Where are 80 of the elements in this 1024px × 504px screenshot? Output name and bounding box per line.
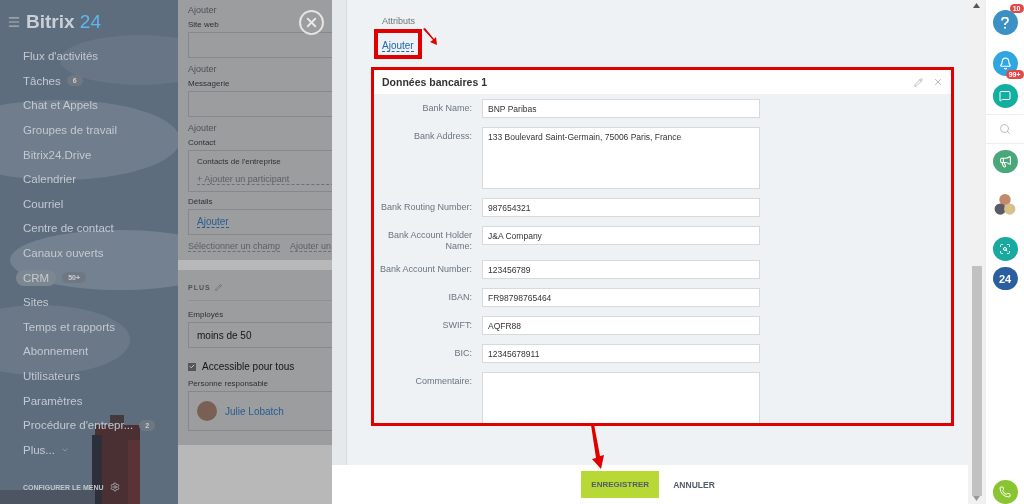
field-label: Personne responsable bbox=[188, 379, 269, 388]
menu-item[interactable]: Paramètres bbox=[23, 394, 83, 407]
add-link[interactable]: Ajouter bbox=[197, 216, 229, 228]
field-label: IBAN: bbox=[447, 291, 472, 304]
phone-icon bbox=[999, 486, 1011, 499]
menu-item[interactable]: Bitrix24.Drive bbox=[23, 148, 92, 161]
app-button[interactable]: 24 bbox=[992, 266, 1018, 291]
input-field[interactable]: 12345678911 bbox=[482, 344, 760, 363]
logo: Bitrix 24 bbox=[26, 11, 101, 33]
field-label: Employés bbox=[188, 310, 224, 319]
scrollbar-thumb[interactable] bbox=[971, 266, 982, 496]
menu-item[interactable]: Utilisateurs bbox=[23, 370, 80, 382]
field-label: Commentaire: bbox=[414, 375, 472, 388]
field-label: Bank Account Number: bbox=[378, 263, 472, 276]
checkbox[interactable] bbox=[188, 362, 196, 371]
add-link[interactable]: Ajouter bbox=[382, 40, 414, 52]
field-label: Bank Routing Number: bbox=[379, 201, 472, 214]
menu-item[interactable]: Chat et Appels bbox=[23, 99, 98, 112]
menu-item[interactable]: Flux d'activités bbox=[23, 50, 99, 63]
section-label: Attributs bbox=[382, 16, 416, 26]
field-label: Contact bbox=[188, 138, 216, 147]
close-button[interactable] bbox=[299, 10, 324, 35]
input-field[interactable]: J&A Company bbox=[482, 226, 760, 245]
person-name[interactable]: Julie Lobatch bbox=[225, 405, 284, 417]
screen-search-icon bbox=[999, 242, 1011, 255]
text-area[interactable] bbox=[482, 372, 760, 423]
close-icon[interactable] bbox=[933, 77, 943, 87]
menu-item[interactable]: Centre de contact bbox=[23, 222, 114, 235]
megaphone-icon bbox=[998, 155, 1012, 168]
bell-icon bbox=[998, 57, 1012, 70]
field-label: Détails bbox=[188, 197, 213, 206]
search-button[interactable] bbox=[999, 122, 1011, 135]
megaphone-button[interactable] bbox=[992, 149, 1018, 174]
add-link[interactable]: Ajouter bbox=[188, 64, 217, 74]
menu-icon[interactable] bbox=[7, 15, 21, 29]
pencil-icon[interactable] bbox=[214, 284, 222, 291]
field-label: Bank Name: bbox=[421, 102, 472, 115]
screen-search-button[interactable] bbox=[992, 237, 1018, 261]
field-label: BIC: bbox=[453, 347, 472, 360]
chat-button[interactable] bbox=[992, 84, 1018, 108]
menu-item[interactable]: Plus... bbox=[23, 443, 55, 456]
menu-item[interactable]: Abonnement bbox=[23, 345, 89, 358]
help-button[interactable] bbox=[992, 10, 1018, 35]
input-field[interactable] bbox=[188, 91, 332, 117]
input-field[interactable]: FR98798765464 bbox=[482, 288, 760, 307]
menu-item[interactable]: Groupes de travail bbox=[23, 124, 117, 137]
save-button[interactable]: ENREGISTRER bbox=[581, 471, 660, 498]
pencil-icon[interactable] bbox=[914, 77, 923, 87]
input-field[interactable]: BNP Paribas bbox=[482, 99, 760, 118]
field-label: Site web bbox=[188, 20, 219, 29]
chat-icon bbox=[999, 89, 1011, 102]
input-field[interactable]: 987654321 bbox=[482, 198, 760, 217]
group-avatar-icon[interactable] bbox=[993, 193, 1017, 217]
card-title: Données bancaires 1 bbox=[382, 76, 489, 88]
field-label: Messagerie bbox=[188, 79, 230, 88]
checkbox-label: Accessible pour tous bbox=[202, 361, 295, 372]
phone-button[interactable] bbox=[992, 480, 1018, 504]
close-icon[interactable] bbox=[304, 15, 319, 30]
menu-item[interactable]: Procédure d'entrepr... bbox=[23, 419, 134, 432]
add-link[interactable]: Ajouter bbox=[188, 5, 217, 15]
field-label: Bank Account Holder Name: bbox=[386, 229, 472, 251]
text-area[interactable]: 133 Boulevard Saint-Germain, 75006 Paris, France bbox=[482, 127, 760, 189]
menu-item[interactable]: Sites bbox=[23, 296, 49, 309]
menu-item[interactable]: Temps et rapports bbox=[23, 320, 116, 333]
menu-item[interactable]: Canaux ouverts bbox=[23, 247, 104, 260]
avatar bbox=[197, 401, 217, 421]
question-icon bbox=[1001, 16, 1009, 29]
menu-item[interactable]: Tâches bbox=[23, 74, 61, 87]
placeholder-text: Contacts de l'entreprise bbox=[197, 157, 281, 166]
settings-icon[interactable] bbox=[109, 482, 120, 492]
menu-item[interactable]: Calendrier bbox=[23, 173, 77, 186]
field-label: Bank Address: bbox=[412, 130, 472, 143]
select-field[interactable]: moins de 50 bbox=[188, 322, 332, 348]
add-link[interactable]: Ajouter bbox=[188, 123, 217, 133]
input-field[interactable]: 123456789 bbox=[482, 260, 760, 279]
field-label: SWIFT: bbox=[441, 319, 472, 332]
scroll-up-icon[interactable] bbox=[973, 3, 980, 8]
input-field[interactable]: AQFR88 bbox=[482, 316, 760, 335]
menu-item[interactable]: Courriel bbox=[23, 197, 64, 210]
cancel-button[interactable]: ANNULER bbox=[669, 479, 719, 490]
